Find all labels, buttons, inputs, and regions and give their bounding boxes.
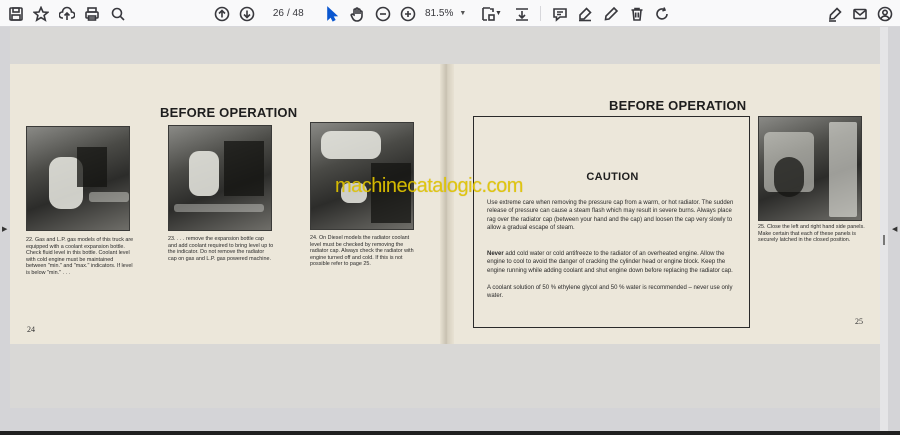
book-spine <box>440 64 454 344</box>
page-margin-top <box>10 27 880 64</box>
zoom-select[interactable]: 81.5% ▼ <box>425 4 469 23</box>
page-up-icon[interactable] <box>212 4 231 23</box>
delete-icon[interactable] <box>627 4 646 23</box>
caption-23: 23. . . . remove the expansion bottle ca… <box>168 236 274 262</box>
toolbar-divider <box>540 6 541 21</box>
bottom-edge <box>0 431 900 435</box>
photo-coolant-bottle <box>26 126 130 231</box>
page-heading-right: BEFORE OPERATION <box>609 98 747 113</box>
caution-box: CAUTION Use extreme care when removing t… <box>473 116 750 328</box>
sign-icon[interactable] <box>825 4 844 23</box>
page-number-input[interactable] <box>262 5 284 22</box>
caution-emphasis: Never <box>487 251 504 257</box>
draw-icon[interactable] <box>601 4 620 23</box>
side-panel-toggle-icon[interactable]: ◀ <box>892 225 897 233</box>
select-cursor-icon[interactable] <box>322 4 341 23</box>
zoom-value: 81.5% <box>425 8 454 19</box>
caution-paragraph-3: A coolant solution of 50 % ethylene glyc… <box>487 285 733 300</box>
save-icon[interactable] <box>6 4 25 23</box>
page-down-icon[interactable] <box>237 4 256 23</box>
download-icon[interactable] <box>512 4 531 23</box>
chevron-down-icon: ▼ <box>459 10 467 17</box>
page-number-left: 24 <box>27 325 35 334</box>
hand-icon[interactable] <box>347 4 366 23</box>
highlight-icon[interactable] <box>575 4 594 23</box>
zoom-in-icon[interactable] <box>398 4 417 23</box>
sidebar-toggle-icon[interactable]: ▶ <box>2 225 7 233</box>
page-number-right: 25 <box>855 317 863 326</box>
caution-paragraph-2-text: add cold water or cold antifreeze to the… <box>487 251 733 274</box>
caption-24: 24. On Diesel models the radiator coolan… <box>310 235 414 268</box>
scrollbar-thumb[interactable] <box>883 235 885 245</box>
email-icon[interactable] <box>850 4 869 23</box>
vertical-scrollbar[interactable] <box>880 27 888 435</box>
caption-25: 25. Close the left and right hand side p… <box>758 224 865 244</box>
search-icon[interactable] <box>108 4 127 23</box>
chevron-down-icon[interactable]: ▼ <box>494 4 503 23</box>
upload-icon[interactable] <box>57 4 76 23</box>
pdf-toolbar: / 48 81.5% ▼ ▼ <box>0 0 900 27</box>
bookmark-star-icon[interactable] <box>31 4 50 23</box>
watermark-text: machinecatalogic.com <box>335 175 523 197</box>
page-heading-left: BEFORE OPERATION <box>160 105 298 120</box>
pdf-page-spread: BEFORE OPERATION 22. Gas and L.P. gas mo… <box>10 64 880 344</box>
account-icon[interactable] <box>875 4 894 23</box>
page-total-label: / 48 <box>287 8 304 19</box>
caption-22: 22. Gas and L.P. gas models of this truc… <box>26 237 134 276</box>
caution-paragraph-2: Never add cold water or cold antifreeze … <box>487 250 741 275</box>
rotate-icon[interactable] <box>652 4 671 23</box>
print-icon[interactable] <box>82 4 101 23</box>
zoom-out-icon[interactable] <box>373 4 392 23</box>
photo-side-panels <box>758 116 862 221</box>
comment-icon[interactable] <box>550 4 569 23</box>
page-margin-bottom <box>10 344 880 408</box>
photo-expansion-bottle <box>168 125 272 231</box>
caution-paragraph-1: Use extreme care when removing the press… <box>487 200 734 232</box>
